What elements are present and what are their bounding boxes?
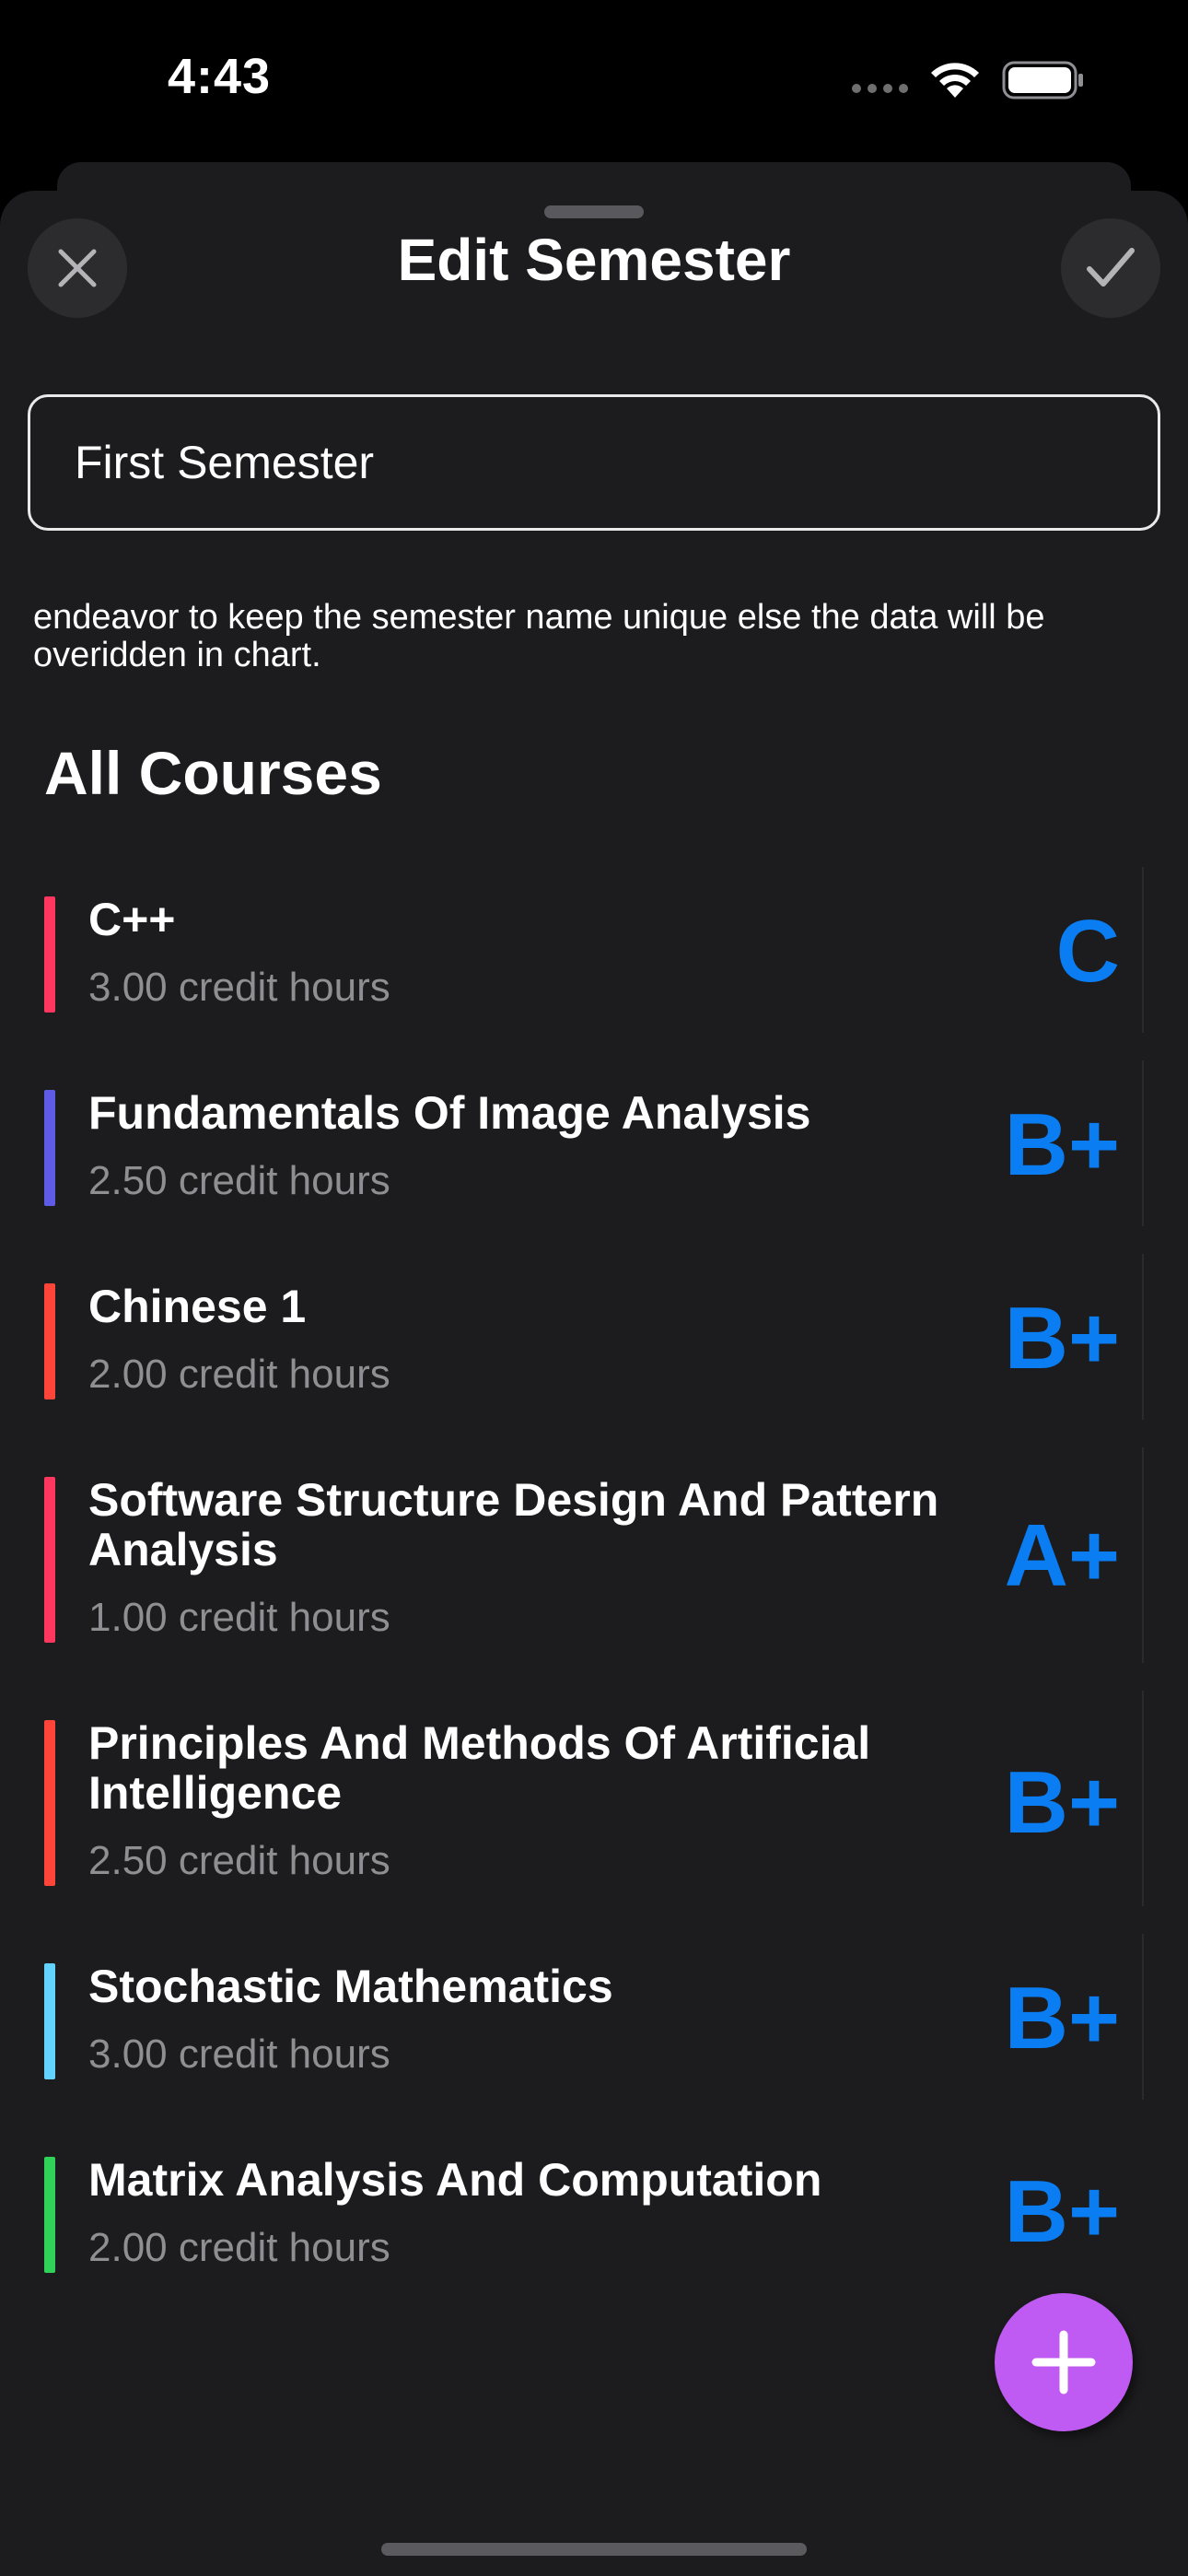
course-credits: 2.00 credit hours: [88, 2225, 390, 2270]
course-row[interactable]: Fundamentals Of Image Analysis 2.50 cred…: [0, 1057, 1188, 1230]
wifi-icon: [931, 63, 979, 98]
course-credits: 2.50 credit hours: [88, 1158, 390, 1203]
status-icons: [852, 57, 1085, 103]
page-title: Edit Semester: [397, 227, 791, 293]
course-color-bar: [44, 1090, 55, 1206]
row-divider: [1142, 1934, 1144, 2100]
course-row[interactable]: Matrix Analysis And Computation 2.00 cre…: [0, 2124, 1188, 2297]
course-grade: B+: [1004, 1095, 1120, 1194]
row-divider: [1142, 867, 1144, 1033]
plus-icon: [1031, 2330, 1096, 2395]
course-row[interactable]: Software Structure Design And Pattern An…: [0, 1444, 1188, 1667]
sheet-grabber[interactable]: [544, 205, 644, 218]
course-credits: 3.00 credit hours: [88, 2032, 390, 2077]
course-credits: 2.50 credit hours: [88, 1838, 390, 1883]
cellular-dots-icon: [852, 84, 908, 93]
row-divider: [1142, 1447, 1144, 1663]
home-indicator: [381, 2543, 807, 2556]
semester-name-hint: endeavor to keep the semester name uniqu…: [33, 598, 1045, 674]
row-divider: [1142, 1691, 1144, 1906]
course-credits: 2.00 credit hours: [88, 1352, 390, 1397]
course-grade: B+: [1004, 1753, 1120, 1852]
course-color-bar: [44, 896, 55, 1013]
section-title: All Courses: [44, 739, 382, 807]
status-time: 4:43: [168, 49, 272, 104]
course-credits: 1.00 credit hours: [88, 1595, 390, 1640]
course-grade: B+: [1004, 2162, 1120, 2261]
course-color-bar: [44, 2157, 55, 2273]
row-divider: [1142, 1254, 1144, 1420]
course-name: C++: [88, 894, 176, 945]
course-grade: B+: [1004, 1969, 1120, 2067]
course-name: Matrix Analysis And Computation: [88, 2154, 822, 2206]
checkmark-icon: [1087, 248, 1135, 287]
course-row[interactable]: Stochastic Mathematics 3.00 credit hours…: [0, 1930, 1188, 2103]
course-credits: 3.00 credit hours: [88, 965, 390, 1010]
course-grade: A+: [1004, 1506, 1120, 1605]
course-color-bar: [44, 1477, 55, 1643]
course-color-bar: [44, 1963, 55, 2079]
course-grade: B+: [1004, 1289, 1120, 1388]
course-row[interactable]: Principles And Methods Of Artificial Int…: [0, 1687, 1188, 1910]
course-color-bar: [44, 1283, 55, 1399]
course-row[interactable]: C++ 3.00 credit hours C: [0, 863, 1188, 1036]
course-name: Fundamentals Of Image Analysis: [88, 1087, 811, 1139]
status-bar: 4:43: [0, 0, 1188, 162]
course-name: Software Structure Design And Pattern An…: [88, 1474, 939, 1575]
course-grade: C: [1055, 902, 1120, 1001]
course-row[interactable]: Chinese 1 2.00 credit hours B+: [0, 1250, 1188, 1423]
semester-name-input[interactable]: [28, 394, 1160, 531]
battery-icon: [1002, 61, 1083, 100]
course-name: Chinese 1: [88, 1281, 307, 1332]
save-button[interactable]: [1061, 218, 1160, 318]
edit-semester-sheet: Edit Semester endeavor to keep the semes…: [0, 191, 1188, 2576]
course-name: Stochastic Mathematics: [88, 1961, 613, 2012]
course-name: Principles And Methods Of Artificial Int…: [88, 1717, 871, 1819]
row-divider: [1142, 1060, 1144, 1226]
add-course-button[interactable]: [995, 2293, 1133, 2431]
course-color-bar: [44, 1720, 55, 1886]
